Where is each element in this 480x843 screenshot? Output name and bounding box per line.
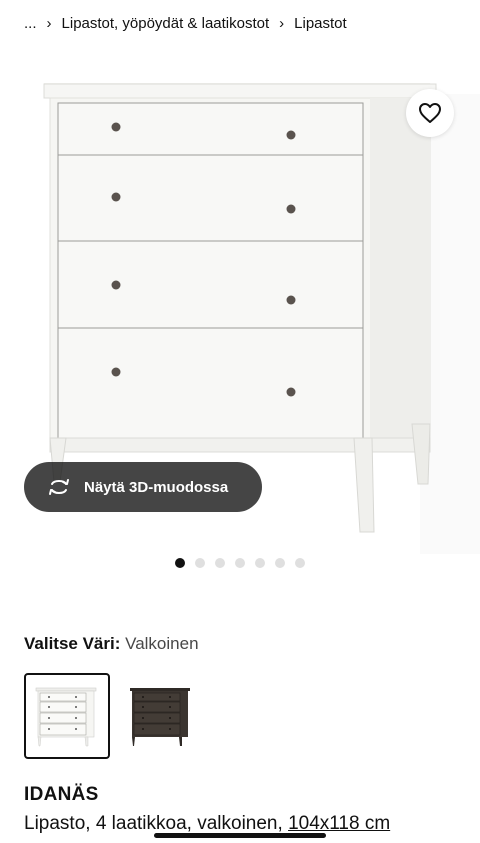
- gallery-pagination: [0, 558, 480, 568]
- breadcrumb-item-dressers-category[interactable]: Lipastot, yöpöydät & laatikostot: [62, 15, 270, 32]
- gallery-dot[interactable]: [215, 558, 225, 568]
- dresser-white-thumbnail: [35, 687, 97, 747]
- color-swatch-dark-brown[interactable]: [118, 673, 204, 759]
- chevron-right-icon: ›: [46, 14, 52, 32]
- view-3d-label: Näytä 3D-muodossa: [84, 478, 229, 496]
- dresser-dark-brown-thumbnail: [130, 688, 190, 746]
- gallery-dot[interactable]: [235, 558, 245, 568]
- view-3d-button[interactable]: Näytä 3D-muodossa: [24, 462, 262, 512]
- favorite-button[interactable]: [406, 89, 454, 137]
- selected-color-value: Valkoinen: [125, 634, 199, 653]
- heart-icon: [419, 103, 441, 123]
- breadcrumb: ... › Lipastot, yöpöydät & laatikostot ›…: [24, 12, 347, 34]
- breadcrumb-item-dressers[interactable]: Lipastot: [294, 15, 347, 32]
- rotate-3d-icon: [49, 479, 69, 495]
- gallery-dot[interactable]: [295, 558, 305, 568]
- chevron-right-icon: ›: [279, 14, 285, 32]
- product-name: IDANÄS: [24, 784, 99, 805]
- gallery-dot[interactable]: [175, 558, 185, 568]
- breadcrumb-ellipsis[interactable]: ...: [24, 15, 37, 32]
- gallery-dot[interactable]: [255, 558, 265, 568]
- product-size-link[interactable]: 104x118 cm: [288, 813, 390, 834]
- gallery-dot[interactable]: [195, 558, 205, 568]
- color-selector-label: Valitse Väri: Valkoinen: [24, 634, 199, 654]
- color-swatch-white[interactable]: [24, 673, 110, 759]
- gallery-dot[interactable]: [275, 558, 285, 568]
- color-label-title: Valitse Väri:: [24, 634, 121, 653]
- scroll-indicator: [154, 833, 326, 838]
- product-description-text: Lipasto, 4 laatikkoa, valkoinen,: [24, 813, 289, 834]
- product-description: Lipasto, 4 laatikkoa, valkoinen, 104x118…: [24, 813, 390, 835]
